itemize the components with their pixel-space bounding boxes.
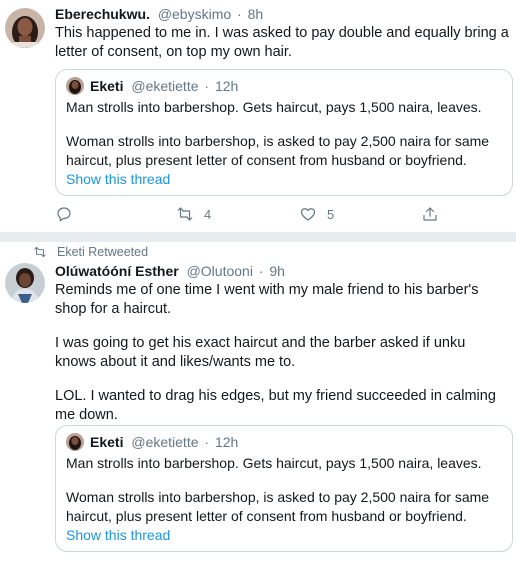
quoted-paragraph: Woman strolls into barbershop, is asked … bbox=[66, 489, 490, 524]
retweet-button[interactable]: 4 bbox=[176, 205, 211, 223]
tweet-paragraph: I was going to get his exact haircut and… bbox=[55, 335, 466, 370]
retweet-icon bbox=[177, 207, 193, 221]
author-name[interactable]: Olúwatóóní Esther bbox=[55, 263, 179, 279]
share-button[interactable] bbox=[421, 205, 439, 223]
like-icon bbox=[300, 208, 316, 221]
retweeted-icon bbox=[34, 246, 46, 258]
quoted-paragraph: Man strolls into barbershop. Gets haircu… bbox=[66, 455, 482, 471]
retweeted-indicator: Eketi Retweeted bbox=[33, 245, 148, 259]
tweet-actions: 4 5 bbox=[55, 205, 510, 225]
like-button[interactable]: 5 bbox=[299, 205, 334, 223]
quoted-paragraph: Woman strolls into barbershop, is asked … bbox=[66, 133, 490, 168]
timestamp[interactable]: 9h bbox=[269, 263, 285, 279]
reply-icon bbox=[57, 207, 71, 222]
quoted-timestamp: 12h bbox=[214, 78, 239, 94]
tweet-ebyskimo[interactable]: Eberechukwu. @ebyskimo · 8h This happene… bbox=[0, 0, 516, 232]
retweeted-by-label[interactable]: Eketi Retweeted bbox=[57, 245, 148, 259]
like-count: 5 bbox=[327, 206, 335, 222]
author-handle[interactable]: @Olutooni bbox=[187, 263, 253, 279]
separator-dot: · bbox=[204, 78, 210, 94]
quoted-handle: @eketiette bbox=[131, 78, 199, 94]
tweet-text: Reminds me of one time I went with my ma… bbox=[55, 281, 510, 425]
quoted-author-name: Eketi bbox=[90, 434, 124, 450]
tweet-text: This happened to me in. I was asked to p… bbox=[55, 24, 510, 62]
quoted-author-name: Eketi bbox=[90, 78, 124, 94]
show-thread-link[interactable]: Show this thread bbox=[66, 527, 170, 543]
quoted-header: Eketi @eketiette · 12h bbox=[90, 77, 238, 95]
quoted-header: Eketi @eketiette · 12h bbox=[90, 433, 238, 451]
tweet-header: Eberechukwu. @ebyskimo · 8h bbox=[55, 5, 263, 23]
tweet-paragraph: LOL. I wanted to drag his edges, but my … bbox=[55, 388, 496, 423]
tweet-body: This happened to me in. I was asked to p… bbox=[55, 25, 509, 60]
separator-dot: · bbox=[258, 263, 264, 279]
author-handle[interactable]: @ebyskimo bbox=[158, 6, 231, 22]
timestamp[interactable]: 8h bbox=[248, 6, 264, 22]
quoted-text: Man strolls into barbershop. Gets haircu… bbox=[66, 98, 502, 170]
show-thread-link[interactable]: Show this thread bbox=[66, 171, 170, 187]
quoted-avatar bbox=[66, 433, 84, 451]
tweet-paragraph: Reminds me of one time I went with my ma… bbox=[55, 282, 479, 317]
share-icon bbox=[423, 207, 437, 221]
quoted-tweet[interactable]: Eketi @eketiette · 12h Man strolls into … bbox=[55, 69, 513, 196]
quoted-text: Man strolls into barbershop. Gets haircu… bbox=[66, 454, 502, 526]
reply-button[interactable] bbox=[55, 205, 83, 223]
separator-dot: · bbox=[204, 434, 210, 450]
author-name[interactable]: Eberechukwu. bbox=[55, 6, 150, 22]
avatar-ebyskimo[interactable] bbox=[5, 8, 45, 48]
quoted-timestamp: 12h bbox=[214, 434, 239, 450]
tweet-header: Olúwatóóní Esther @Olutooni · 9h bbox=[55, 262, 285, 280]
quoted-tweet[interactable]: Eketi @eketiette · 12h Man strolls into … bbox=[55, 425, 513, 552]
quoted-handle: @eketiette bbox=[131, 434, 199, 450]
timeline-divider bbox=[0, 232, 516, 242]
quoted-avatar bbox=[66, 77, 84, 95]
separator-dot: · bbox=[237, 6, 242, 22]
retweet-count: 4 bbox=[204, 206, 212, 222]
avatar-olutooni[interactable] bbox=[5, 263, 45, 303]
quoted-paragraph: Man strolls into barbershop. Gets haircu… bbox=[66, 99, 482, 115]
tweet-olutooni[interactable]: Eketi Retweeted Olúwatóóní Esther @Oluto… bbox=[0, 242, 516, 562]
